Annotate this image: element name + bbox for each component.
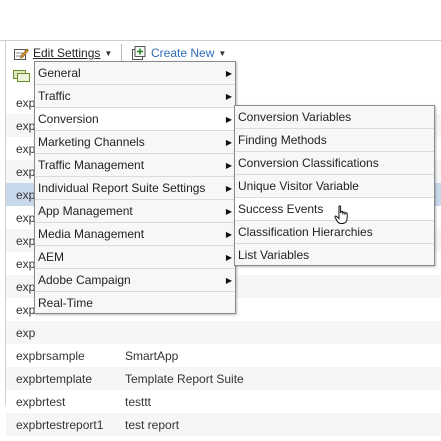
chevron-right-icon: ▶ (225, 276, 232, 285)
submenu-item-conversion-variables[interactable]: Conversion Variables (235, 106, 434, 129)
row-name: testtt (125, 394, 152, 409)
table-row[interactable]: expbrtestreport1 test report (6, 413, 441, 436)
menu-item-label: Marketing Channels (38, 135, 145, 149)
menu-item-label: Traffic Management (38, 158, 145, 172)
menu-item-label: Adobe Campaign (38, 273, 131, 287)
menu-item-traffic[interactable]: Traffic ▶ (35, 85, 235, 108)
table-row[interactable]: expbrsample SmartApp (6, 344, 441, 367)
submenu-item-unique-visitor-variable[interactable]: Unique Visitor Variable (235, 175, 434, 198)
menu-item-traffic-management[interactable]: Traffic Management ▶ (35, 154, 235, 177)
submenu-item-label: Unique Visitor Variable (238, 179, 359, 193)
submenu-item-label: Conversion Variables (238, 110, 352, 124)
menu-item-general[interactable]: General ▶ (35, 62, 235, 85)
chevron-down-icon: ▼ (218, 48, 227, 58)
menu-item-label: Media Management (38, 227, 145, 241)
menu-item-individual-report-suite-settings[interactable]: Individual Report Suite Settings ▶ (35, 177, 235, 200)
menu-item-label: Real-Time (38, 296, 93, 310)
row-id: exp (16, 164, 36, 179)
submenu-item-label: Conversion Classifications (238, 156, 379, 170)
create-new-button[interactable]: Create New ▼ (132, 45, 226, 61)
row-id: exp (16, 210, 36, 225)
submenu-item-label: Classification Hierarchies (238, 225, 373, 239)
menu-item-label: Traffic (38, 89, 71, 103)
create-new-label: Create New (151, 46, 215, 60)
row-id: exp (16, 325, 36, 340)
edit-settings-icon (14, 48, 29, 60)
chevron-right-icon: ▶ (225, 138, 232, 147)
row-id: exp (16, 233, 36, 248)
menu-item-app-management[interactable]: App Management ▶ (35, 200, 235, 223)
row-name: Template Report Suite (125, 371, 244, 386)
row-name: SmartApp (125, 348, 179, 363)
submenu-item-finding-methods[interactable]: Finding Methods (235, 129, 434, 152)
table-row[interactable]: expbrtest testtt (6, 390, 441, 413)
chevron-right-icon: ▶ (225, 115, 232, 124)
menu-item-aem[interactable]: AEM ▶ (35, 246, 235, 269)
menu-item-media-management[interactable]: Media Management ▶ (35, 223, 235, 246)
row-id: exp (16, 302, 36, 317)
chevron-right-icon: ▶ (225, 69, 232, 78)
submenu-item-label: Success Events (238, 202, 324, 216)
chevron-down-icon: ▼ (104, 48, 113, 58)
row-id: exp (16, 95, 36, 110)
chevron-right-icon: ▶ (225, 161, 232, 170)
row-id: expbrtestreport1 (16, 417, 104, 432)
create-new-icon (132, 46, 146, 60)
chevron-right-icon: ▶ (225, 253, 232, 262)
row-id: expbrsample (16, 348, 85, 363)
menu-item-adobe-campaign[interactable]: Adobe Campaign ▶ (35, 269, 235, 292)
edit-settings-label: Edit Settings (33, 46, 101, 60)
menu-item-label: AEM (38, 250, 65, 264)
report-suite-icon (13, 70, 30, 82)
chevron-right-icon: ▶ (225, 92, 232, 101)
submenu-item-list-variables[interactable]: List Variables (235, 244, 434, 267)
table-row[interactable]: expbrtemplate Template Report Suite (6, 367, 441, 390)
toolbar: Edit Settings ▼ Create New ▼ (0, 41, 441, 63)
menu-item-label: Conversion (38, 112, 99, 126)
menu-item-real-time[interactable]: Real-Time (35, 292, 235, 315)
submenu-item-label: List Variables (238, 248, 310, 262)
row-name: test report (125, 417, 180, 432)
menu-item-conversion[interactable]: Conversion ▶ (35, 108, 235, 131)
hand-pointer-icon (334, 205, 348, 224)
edit-settings-button[interactable]: Edit Settings ▼ (14, 45, 112, 61)
menu-item-label: General (38, 66, 81, 80)
table-row[interactable]: exp (6, 321, 441, 344)
menu-item-label: App Management (38, 204, 133, 218)
row-id: exp (16, 141, 36, 156)
row-id: expbrtemplate (16, 371, 93, 386)
submenu-item-conversion-classifications[interactable]: Conversion Classifications (235, 152, 434, 175)
row-id: expbrtest (16, 394, 66, 409)
menu-item-marketing-channels[interactable]: Marketing Channels ▶ (35, 131, 235, 154)
row-id: exp (16, 187, 36, 202)
chevron-right-icon: ▶ (225, 230, 232, 239)
chevron-right-icon: ▶ (225, 184, 232, 193)
edit-settings-menu: General ▶ Traffic ▶ Conversion ▶ Marketing … (34, 61, 236, 314)
conversion-submenu: Conversion Variables Finding Methods Con… (234, 105, 435, 266)
menu-item-label: Individual Report Suite Settings (38, 181, 206, 195)
toolbar-divider (121, 44, 122, 61)
submenu-item-label: Finding Methods (238, 133, 327, 147)
chevron-right-icon: ▶ (225, 207, 232, 216)
row-id: exp (16, 279, 36, 294)
row-id: exp (16, 256, 36, 271)
row-id: exp (16, 118, 36, 133)
